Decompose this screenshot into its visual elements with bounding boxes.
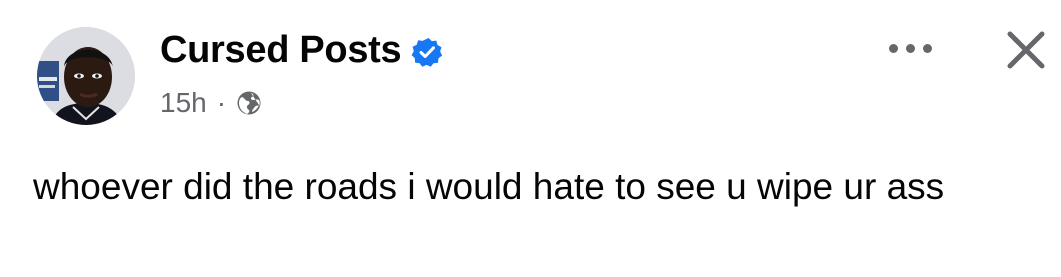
avatar-image (37, 27, 135, 125)
close-button[interactable] (1002, 26, 1050, 74)
more-options-icon (888, 43, 898, 53)
close-icon (1007, 31, 1045, 69)
more-options-button[interactable] (880, 30, 940, 66)
author-name[interactable]: Cursed Posts (160, 28, 443, 72)
verified-badge-icon (411, 34, 443, 67)
meta-separator: · (216, 87, 227, 118)
post-header: Cursed Posts 15h · (0, 0, 1061, 150)
post-timestamp[interactable]: 15h (160, 86, 207, 120)
more-options-icon (922, 43, 932, 53)
post-meta: 15h · (160, 86, 262, 120)
globe-icon (236, 90, 262, 116)
author-name-text[interactable]: Cursed Posts (160, 28, 402, 72)
more-options-icon (905, 43, 915, 53)
post-text: whoever did the roads i would hate to se… (33, 166, 945, 207)
author-avatar[interactable] (37, 27, 135, 125)
